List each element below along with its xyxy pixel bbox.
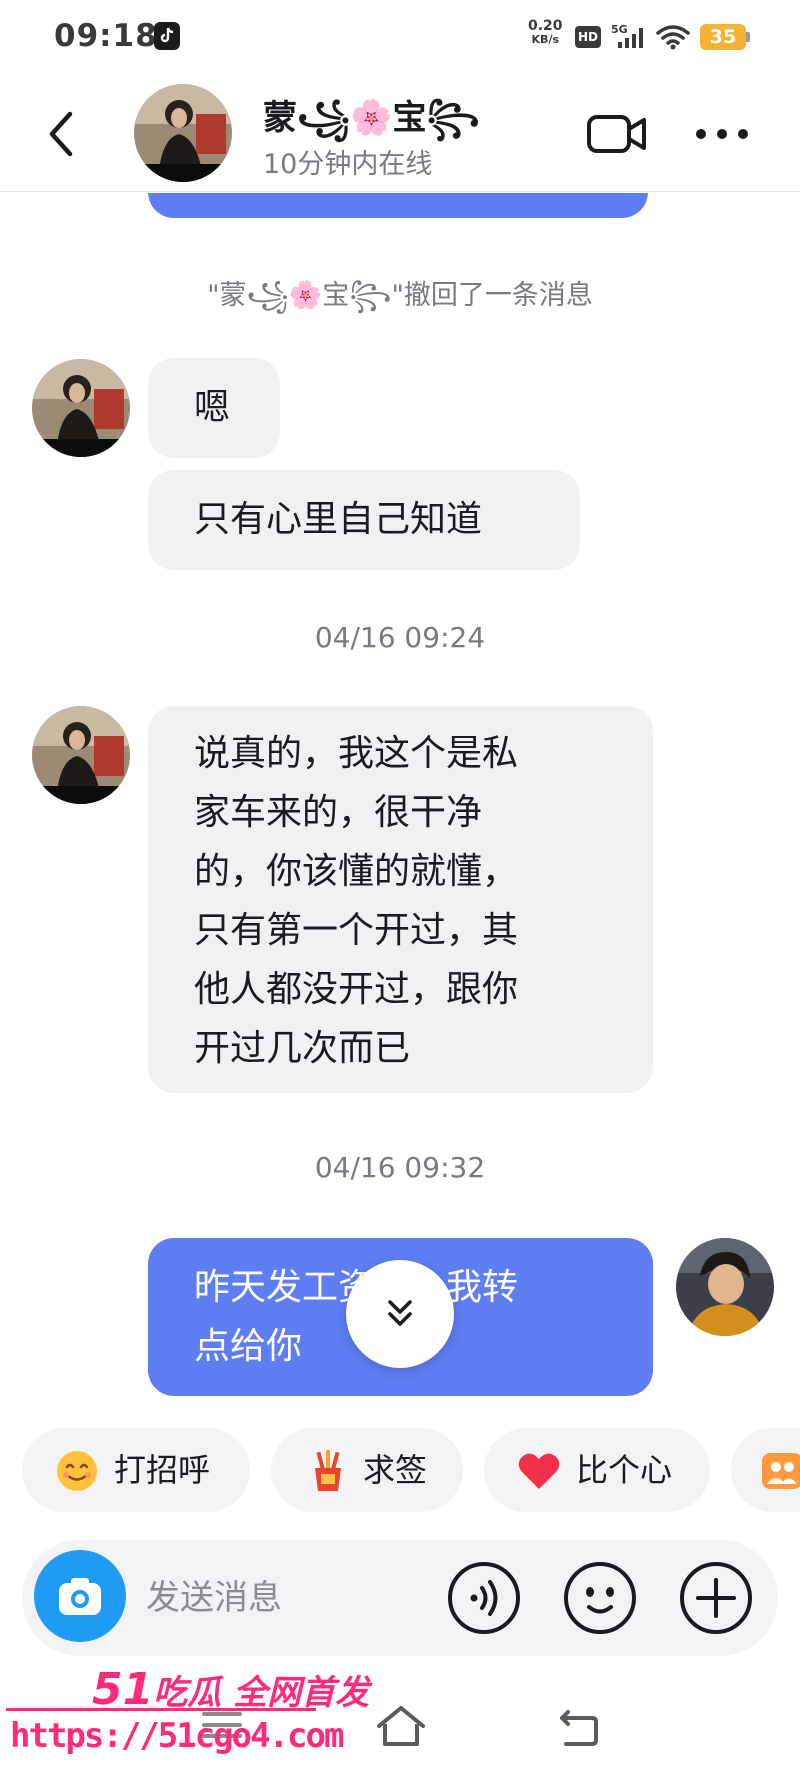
incoming-message-bubble[interactable]: 只有心里自己知道 — [148, 470, 580, 570]
message-timestamp: 04/16 09:32 — [314, 1151, 486, 1184]
watermark-divider — [6, 1708, 316, 1711]
online-status: 10分钟内在线 — [263, 149, 433, 180]
camera-button[interactable] — [34, 1550, 126, 1642]
signal-5g-icon: 5G — [610, 22, 654, 54]
contact-message-avatar[interactable] — [32, 359, 130, 457]
message-text-line: 开过几次而已 — [194, 1028, 411, 1069]
quick-reply-group[interactable] — [731, 1428, 800, 1512]
svg-text:5G: 5G — [611, 23, 628, 36]
plus-icon[interactable] — [678, 1560, 754, 1640]
incoming-message-bubble[interactable]: 说真的，我这个是私 家车来的，很干净 的，你该懂的就懂， 只有第一个开过，其 他… — [148, 706, 653, 1093]
home-icon[interactable] — [374, 1704, 428, 1752]
network-speed-unit: KB/s — [531, 33, 560, 46]
incoming-message-bubble[interactable]: 嗯 — [148, 358, 280, 458]
chat-header: 蒙꧁🌸宝꧂ 10分钟内在线 — [0, 76, 800, 192]
message-text-line: 的，你该懂的就懂， — [194, 851, 519, 892]
voice-icon[interactable] — [446, 1560, 522, 1640]
message-text-line: 家车来的，很干净 — [194, 792, 483, 833]
message-text: 嗯 — [194, 387, 231, 428]
quick-reply-label: 求签 — [363, 1451, 428, 1489]
more-icon[interactable] — [694, 126, 750, 145]
network-speed-value: 0.20 — [528, 18, 563, 34]
network-speed: 0.20 KB/s — [528, 19, 563, 47]
message-timestamp: 04/16 09:24 — [314, 621, 486, 654]
fortune-sticks-icon — [315, 1450, 341, 1491]
watermark-title-text: 吃瓜 全网首发 — [153, 1673, 370, 1713]
chat-message-list[interactable]: "蒙꧁🌸宝꧂"撤回了一条消息 嗯 只有心里自己知道 04/16 09:24 说真… — [0, 193, 800, 1413]
recall-notice: "蒙꧁🌸宝꧂"撤回了一条消息 — [207, 280, 593, 311]
video-call-icon[interactable] — [586, 112, 648, 160]
wifi-icon — [656, 24, 690, 54]
smiling-emoji-icon — [57, 1451, 97, 1491]
group-icon — [762, 1453, 800, 1489]
quick-reply-bar[interactable]: 打招呼 求签 比个心 — [0, 1424, 800, 1514]
back-nav-icon[interactable] — [556, 1706, 602, 1752]
quick-reply-fortune[interactable]: 求签 — [271, 1428, 463, 1512]
battery-tip — [746, 32, 750, 42]
watermark-url: https://51cgo4.com — [10, 1716, 344, 1756]
message-input[interactable] — [146, 1570, 446, 1626]
contact-avatar[interactable] — [134, 84, 232, 182]
message-input-bar — [22, 1540, 778, 1656]
message-text: 只有心里自己知道 — [194, 499, 483, 540]
scroll-down-button[interactable] — [346, 1260, 454, 1368]
double-chevron-down-icon — [388, 1300, 412, 1326]
quick-reply-heart[interactable]: 比个心 — [484, 1428, 710, 1512]
outgoing-message-bubble-partial[interactable] — [148, 193, 648, 218]
back-arrow-icon[interactable] — [44, 110, 78, 162]
hd-badge: HD — [575, 26, 601, 48]
status-bar: 09:18 0.20 KB/s HD 5G 35 — [0, 0, 800, 76]
my-avatar[interactable] — [676, 1238, 774, 1336]
battery-indicator: 35 — [700, 24, 746, 50]
camera-icon — [59, 1578, 101, 1615]
quick-reply-label: 比个心 — [576, 1451, 673, 1489]
site-watermark: 51吃瓜 全网首发 https://51cgo4.com — [0, 1660, 369, 1778]
message-text-line: 只有第一个开过，其 — [194, 910, 519, 951]
emoji-icon[interactable] — [562, 1560, 638, 1640]
status-time: 09:18 — [54, 18, 158, 54]
message-text-line: 说真的，我这个是私 — [194, 733, 519, 774]
tiktok-icon — [154, 22, 180, 50]
contact-message-avatar[interactable] — [32, 706, 130, 804]
red-heart-icon — [518, 1453, 560, 1489]
message-text-line: 他人都没开过，跟你 — [194, 969, 519, 1010]
quick-reply-label: 打招呼 — [114, 1451, 211, 1489]
quick-reply-greet[interactable]: 打招呼 — [22, 1428, 250, 1512]
